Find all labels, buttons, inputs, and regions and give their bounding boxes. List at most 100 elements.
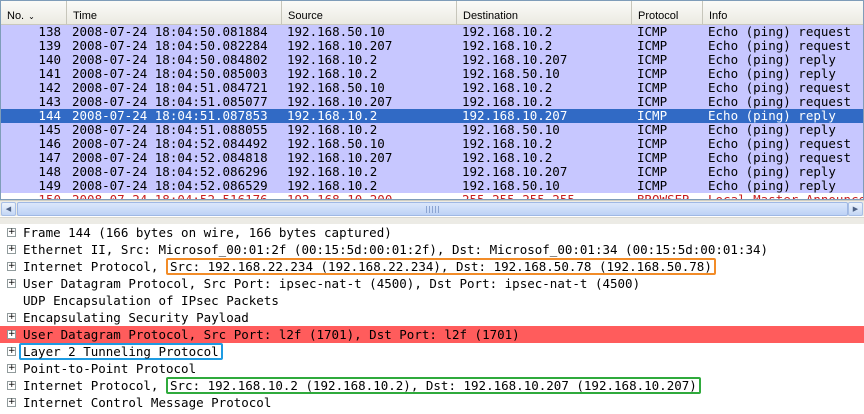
cell-destination: 192.168.50.10 <box>462 123 560 137</box>
cell-source: 192.168.10.207 <box>287 95 393 109</box>
detail-tree-item[interactable]: + User Datagram Protocol, Src Port: ipsec… <box>0 275 864 292</box>
expand-plus-icon[interactable]: + <box>7 364 16 373</box>
cell-no: 149 <box>38 179 61 193</box>
packet-rows: 138 2008-07-24 18:04:50.081884 192.168.50.… <box>1 25 863 199</box>
cell-time: 2008-07-24 18:04:50.081884 <box>72 25 268 39</box>
packet-row[interactable]: 146 2008-07-24 18:04:52.084492 192.168.50.… <box>1 137 863 151</box>
cell-protocol: ICMP <box>637 95 668 109</box>
packet-row[interactable]: 138 2008-07-24 18:04:50.081884 192.168.50.… <box>1 25 863 39</box>
detail-tree-item[interactable]: + Internet Protocol, Src: 192.168.22.234 … <box>0 258 864 275</box>
cell-no: 140 <box>38 53 61 67</box>
detail-tree-item[interactable]: + Encapsulating Security Payload <box>0 309 864 326</box>
column-header-time[interactable]: Time <box>67 1 282 24</box>
sort-descending-icon: ⌄ <box>28 12 35 21</box>
packet-row[interactable]: 141 2008-07-24 18:04:50.085003 192.168.10.… <box>1 67 863 81</box>
cell-info: Echo (ping) request <box>708 81 851 95</box>
cell-no: 143 <box>38 95 61 109</box>
cell-destination: 192.168.10.2 <box>462 81 553 95</box>
cell-destination: 192.168.10.2 <box>462 137 553 151</box>
cell-destination: 192.168.10.2 <box>462 39 553 53</box>
detail-tree-item[interactable]: + Internet Control Message Protocol <box>0 394 864 411</box>
cell-time: 2008-07-24 18:04:50.084802 <box>72 53 268 67</box>
cell-protocol: ICMP <box>637 137 668 151</box>
cell-destination: 255.255.255.255 <box>462 193 634 199</box>
column-header-source[interactable]: Source <box>282 1 457 24</box>
cell-protocol: BROWSER <box>637 193 705 199</box>
column-header-label: Protocol <box>638 10 679 22</box>
packet-row-selected[interactable]: 144 2008-07-24 18:04:51.087853 192.168.10.… <box>1 109 863 123</box>
highlight-box-green: Src: 192.168.10.2 (192.168.10.2), Dst: 1… <box>166 377 701 394</box>
cell-no: 145 <box>38 123 61 137</box>
cell-time: 2008-07-24 18:04:52.084492 <box>72 137 268 151</box>
packet-list[interactable]: No. ⌄ Time Source Destination Protocol In… <box>0 0 864 200</box>
expand-plus-icon[interactable]: + <box>7 330 16 339</box>
column-header-protocol[interactable]: Protocol <box>632 1 703 24</box>
expand-plus-icon[interactable]: + <box>7 398 16 407</box>
packet-row[interactable]: 149 2008-07-24 18:04:52.086529 192.168.10.… <box>1 179 863 193</box>
cell-no: 148 <box>38 165 61 179</box>
cell-source: 192.168.50.10 <box>287 81 385 95</box>
packet-row[interactable]: 148 2008-07-24 18:04:52.086296 192.168.10.… <box>1 165 863 179</box>
cell-no: 147 <box>38 151 61 165</box>
detail-tree-item[interactable]: UDP Encapsulation of IPsec Packets <box>0 292 864 309</box>
packet-row[interactable]: 145 2008-07-24 18:04:51.088055 192.168.10.… <box>1 123 863 137</box>
expand-plus-icon[interactable]: + <box>7 279 16 288</box>
cell-no: 139 <box>38 39 61 53</box>
horizontal-scrollbar[interactable]: ◀ ▶ <box>0 200 864 216</box>
expand-plus-icon[interactable]: + <box>7 262 16 271</box>
detail-tree-item[interactable]: + User Datagram Protocol, Src Port: l2f (… <box>0 326 864 343</box>
cell-info: Echo (ping) request <box>708 25 851 39</box>
cell-destination: 192.168.10.2 <box>462 25 553 39</box>
packet-row[interactable]: 143 2008-07-24 18:04:51.085077 192.168.10.… <box>1 95 863 109</box>
cell-time: 2008-07-24 18:04:51.084721 <box>72 81 268 95</box>
grip-icon <box>426 206 440 213</box>
detail-text: UDP Encapsulation of IPsec Packets <box>23 293 279 308</box>
cell-source: 192.168.10.2 <box>287 123 378 137</box>
cell-source: 192.168.10.2 <box>287 67 378 81</box>
expand-plus-icon[interactable]: + <box>7 245 16 254</box>
detail-text: User Datagram Protocol, Src Port: l2f (1… <box>23 327 520 342</box>
expand-plus-icon[interactable]: + <box>7 313 16 322</box>
column-header-destination[interactable]: Destination <box>457 1 632 24</box>
scrollbar-thumb[interactable] <box>17 202 848 216</box>
cell-info: Echo (ping) reply <box>708 53 836 67</box>
column-header-info[interactable]: Info <box>703 1 863 24</box>
packet-row[interactable]: 140 2008-07-24 18:04:50.084802 192.168.10.… <box>1 53 863 67</box>
cell-info: Local Master Announcement <box>708 193 863 199</box>
packet-row[interactable]: 139 2008-07-24 18:04:50.082284 192.168.10.… <box>1 39 863 53</box>
expand-plus-icon[interactable]: + <box>7 381 16 390</box>
cell-protocol: ICMP <box>637 179 668 193</box>
detail-text: User Datagram Protocol, Src Port: ipsec-… <box>23 276 641 291</box>
cell-source: 192.168.10.2 <box>287 165 378 179</box>
detail-text: Encapsulating Security Payload <box>23 310 249 325</box>
column-header-label: Destination <box>463 10 519 22</box>
pane-splitter[interactable] <box>0 217 864 224</box>
cell-destination: 192.168.10.207 <box>462 109 568 123</box>
cell-destination: 192.168.10.207 <box>462 53 568 67</box>
packet-row[interactable]: 142 2008-07-24 18:04:51.084721 192.168.50.… <box>1 81 863 95</box>
cell-destination: 192.168.10.207 <box>462 165 568 179</box>
cell-no: 150 <box>1 193 61 199</box>
detail-tree-item[interactable]: + Ethernet II, Src: Microsof_00:01:2f (00… <box>0 241 864 258</box>
cell-info: Echo (ping) request <box>708 39 851 53</box>
detail-text: Point-to-Point Protocol <box>23 361 197 376</box>
cell-no: 141 <box>38 67 61 81</box>
cell-info: Echo (ping) reply <box>708 179 836 193</box>
column-header-no[interactable]: No. ⌄ <box>1 1 67 24</box>
cell-time: 2008-07-24 18:04:51.088055 <box>72 123 268 137</box>
expand-plus-icon[interactable]: + <box>7 228 16 237</box>
packet-row[interactable]: 150 2008-07-24 18:04:52.516176192.168.10.… <box>1 193 863 199</box>
detail-tree-item[interactable]: + Point-to-Point Protocol <box>0 360 864 377</box>
column-header-label: Source <box>288 10 323 22</box>
packet-row[interactable]: 147 2008-07-24 18:04:52.084818 192.168.10.… <box>1 151 863 165</box>
detail-tree-item[interactable]: + Frame 144 (166 bytes on wire, 166 bytes… <box>0 224 864 241</box>
scroll-left-icon[interactable]: ◀ <box>1 202 16 216</box>
detail-tree-item[interactable]: + Internet Protocol, Src: 192.168.10.2 (1… <box>0 377 864 394</box>
expand-plus-icon[interactable]: + <box>7 347 16 356</box>
detail-tree-item[interactable]: + Layer 2 Tunneling Protocol <box>0 343 864 360</box>
detail-text: Internet Control Message Protocol <box>23 395 272 410</box>
scroll-right-icon[interactable]: ▶ <box>848 202 863 216</box>
cell-no: 146 <box>38 137 61 151</box>
cell-destination: 192.168.50.10 <box>462 179 560 193</box>
packet-details-tree[interactable]: + Frame 144 (166 bytes on wire, 166 bytes… <box>0 224 864 414</box>
